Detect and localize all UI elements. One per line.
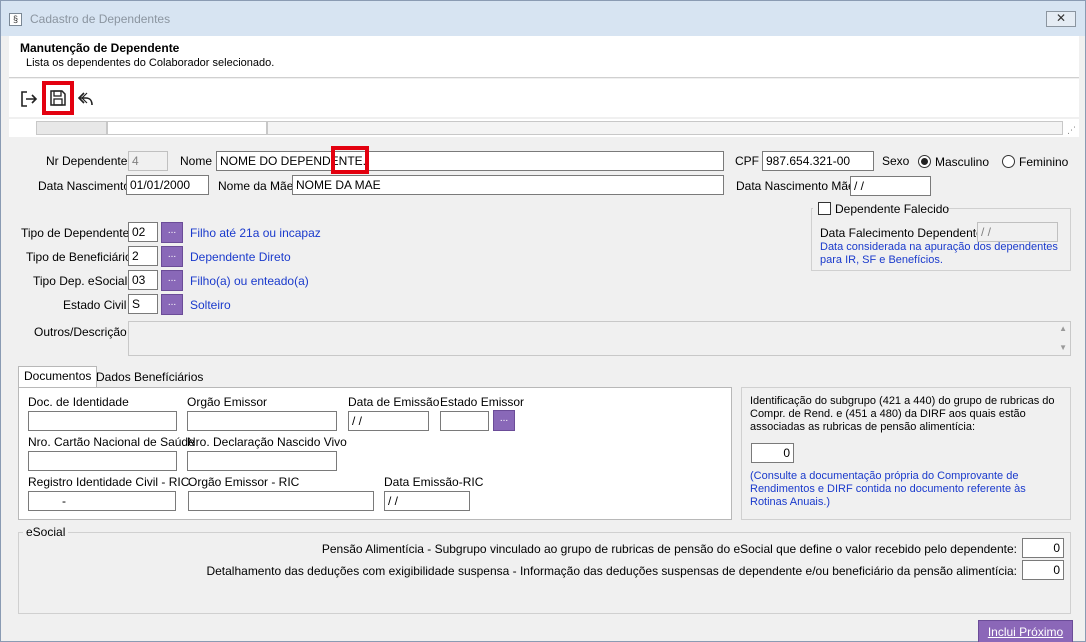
data-emissao-field[interactable]: / / xyxy=(348,411,429,431)
tipo-beneficiario-desc: Dependente Direto xyxy=(190,250,291,264)
orgao-ric-field[interactable] xyxy=(188,491,374,511)
data-nascimento-label: Data Nascimento xyxy=(38,179,131,193)
ric-label: Registro Identidade Civil - RIC xyxy=(28,475,190,489)
outros-descricao-label: Outros/Descrição xyxy=(34,325,127,339)
doc-identidade-field[interactable] xyxy=(28,411,177,431)
tipo-esocial-field[interactable]: 03 xyxy=(128,270,158,290)
data-falecimento-field[interactable]: / / xyxy=(977,222,1058,242)
nome-field[interactable]: NOME DO DEPENDENTE. xyxy=(216,151,724,171)
close-button[interactable]: ✕ xyxy=(1046,11,1076,27)
cursor-highlight xyxy=(331,146,369,174)
tab-documentos[interactable]: Documentos xyxy=(18,366,98,388)
nr-dependente-field[interactable]: 4 xyxy=(128,151,168,171)
navigator-segment[interactable] xyxy=(267,121,1063,135)
declaracao-nascido-label: Nro. Declaração Nascido Vivo xyxy=(187,435,347,449)
scroll-up-icon[interactable]: ▲ xyxy=(1059,324,1067,333)
dirf-groupbox: Identificação do subgrupo (421 a 440) do… xyxy=(741,387,1071,520)
orgao-ric-label: Orgão Emissor - RIC xyxy=(188,475,300,489)
doc-identidade-label: Doc. de Identidade xyxy=(28,395,129,409)
tipo-beneficiario-lookup-button[interactable]: ... xyxy=(161,246,183,267)
data-falecimento-label: Data Falecimento Dependente xyxy=(820,226,983,240)
declaracao-nascido-field[interactable] xyxy=(187,451,337,471)
sexo-feminino-label: Feminino xyxy=(1019,155,1069,169)
navigator-segment[interactable] xyxy=(36,121,107,135)
title-bar: § Cadastro de Dependentes ✕ xyxy=(1,1,1085,36)
save-icon xyxy=(50,90,66,106)
data-falecimento-note: Data considerada na apuração dos depende… xyxy=(820,241,1058,266)
dependente-falecido-checkbox[interactable] xyxy=(818,202,831,215)
save-button[interactable] xyxy=(42,81,74,115)
sexo-masculino-radio[interactable] xyxy=(918,155,931,168)
sexo-label: Sexo xyxy=(882,154,910,168)
pensao-label: Pensão Alimentícia - Subgrupo vinculado … xyxy=(321,542,1017,556)
record-navigator-strip: ⋰ xyxy=(9,119,1079,137)
inclui-proximo-button[interactable]: Inclui Próximo xyxy=(978,620,1073,642)
toolbar xyxy=(9,79,1079,117)
ric-field[interactable]: - xyxy=(28,491,176,511)
tipo-dependente-lookup-button[interactable]: ... xyxy=(161,222,183,243)
scroll-down-icon[interactable]: ▼ xyxy=(1059,343,1067,352)
data-nascimento-field[interactable]: 01/01/2000 xyxy=(126,175,209,195)
estado-civil-label: Estado Civil xyxy=(63,298,127,312)
cpf-field[interactable]: 987.654.321-00 xyxy=(762,151,874,171)
window-title: Cadastro de Dependentes xyxy=(30,12,171,26)
data-ric-label: Data Emissão-RIC xyxy=(384,475,484,489)
deducoes-field[interactable]: 0 xyxy=(1022,560,1064,580)
sexo-feminino-radio[interactable] xyxy=(1002,155,1015,168)
tipo-esocial-lookup-button[interactable]: ... xyxy=(161,270,183,291)
cartao-saude-label: Nro. Cartão Nacional de Saúde xyxy=(28,435,195,449)
data-nasc-mae-field[interactable]: / / xyxy=(850,176,931,196)
documentos-panel: Doc. de Identidade Orgão Emissor Data de… xyxy=(18,387,732,520)
orgao-emissor-label: Orgão Emissor xyxy=(187,395,268,409)
tipo-beneficiario-field[interactable]: 2 xyxy=(128,246,158,266)
orgao-emissor-field[interactable] xyxy=(187,411,337,431)
tipo-beneficiario-label: Tipo de Beneficiário xyxy=(26,250,132,264)
exit-button[interactable] xyxy=(15,85,43,113)
tab-dados-beneficiarios[interactable]: Dados Benefíciários xyxy=(91,368,208,388)
estado-emissor-label: Estado Emissor xyxy=(440,395,525,409)
estado-emissor-field[interactable] xyxy=(440,411,489,431)
cartao-saude-field[interactable] xyxy=(28,451,177,471)
window-icon: § xyxy=(9,13,22,26)
undo-button[interactable] xyxy=(72,85,100,113)
tipo-dependente-field[interactable]: 02 xyxy=(128,222,158,242)
estado-emissor-lookup-button[interactable]: ... xyxy=(493,410,515,431)
data-emissao-label: Data de Emissão xyxy=(348,395,440,409)
dependentes-window: § Cadastro de Dependentes ✕ Manutenção d… xyxy=(0,0,1086,642)
pensao-field[interactable]: 0 xyxy=(1022,538,1064,558)
cpf-label: CPF xyxy=(735,154,759,168)
dirf-text: Identificação do subgrupo (421 a 440) do… xyxy=(750,395,1055,433)
navigator-segment[interactable] xyxy=(107,121,267,135)
nome-mae-field[interactable]: NOME DA MAE xyxy=(292,175,724,195)
dependente-falecido-label: Dependente Falecido xyxy=(835,202,950,216)
page-title: Manutenção de Dependente xyxy=(20,41,180,55)
estado-civil-field[interactable]: S xyxy=(128,294,158,314)
deducoes-label: Detalhamento das deduções com exigibilid… xyxy=(206,564,1017,578)
tipo-dependente-label: Tipo de Dependente xyxy=(21,226,130,240)
esocial-title: eSocial xyxy=(23,525,69,539)
resize-grip-icon: ⋰ xyxy=(1067,125,1076,135)
data-nasc-mae-label: Data Nascimento Mãe xyxy=(736,179,855,193)
undo-icon xyxy=(77,92,93,106)
nr-dependente-label: Nr Dependente xyxy=(46,154,128,168)
data-ric-field[interactable]: / / xyxy=(384,491,470,511)
nome-mae-label: Nome da Mãe xyxy=(218,179,294,193)
dirf-note: (Consulte a documentação própria do Comp… xyxy=(750,470,1026,508)
header-panel: Manutenção de Dependente Lista os depend… xyxy=(9,36,1079,78)
tipo-esocial-label: Tipo Dep. eSocial xyxy=(33,274,128,288)
tipo-esocial-desc: Filho(a) ou enteado(a) xyxy=(190,274,309,288)
outros-descricao-field[interactable]: ▲ ▼ xyxy=(128,321,1071,356)
sexo-masculino-label: Masculino xyxy=(935,155,990,169)
exit-icon xyxy=(21,91,38,107)
page-subtitle: Lista os dependentes do Colaborador sele… xyxy=(26,57,275,69)
tipo-dependente-desc: Filho até 21a ou incapaz xyxy=(190,226,321,240)
inclui-proximo-label: Inclui Próximo xyxy=(987,625,1064,639)
estado-civil-desc: Solteiro xyxy=(190,298,231,312)
dirf-subgrupo-field[interactable]: 0 xyxy=(751,443,794,463)
estado-civil-lookup-button[interactable]: ... xyxy=(161,294,183,315)
nome-label: Nome xyxy=(180,154,213,168)
